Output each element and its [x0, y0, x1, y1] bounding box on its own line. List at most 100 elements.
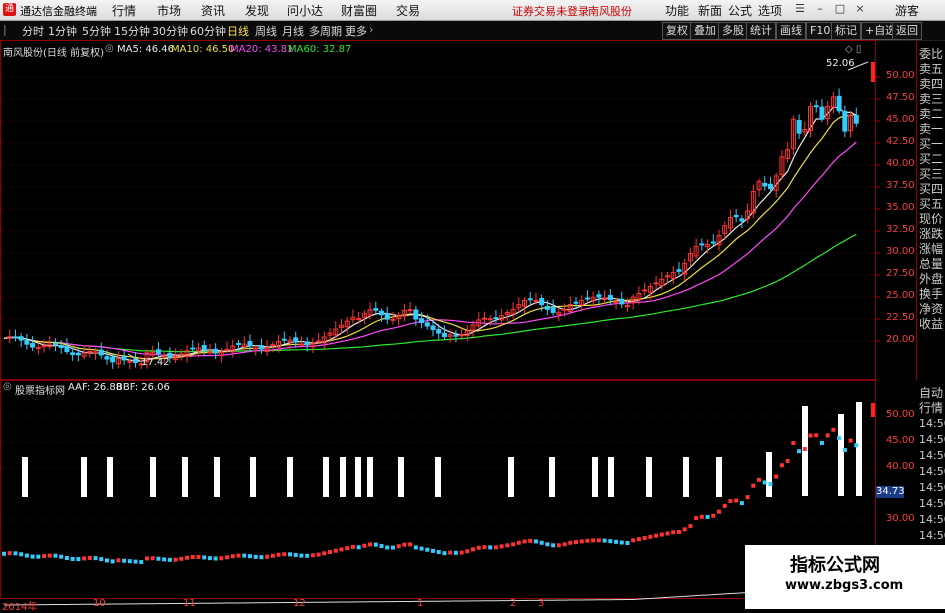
period-more[interactable]: 更多 [345, 23, 367, 39]
skin-icon[interactable]: ☰ [793, 2, 807, 16]
ma20-line [3, 141, 857, 358]
candle [52, 338, 58, 352]
btn-huaxian[interactable]: 画线 [776, 22, 806, 40]
sub-settings-icon[interactable]: ◎ [3, 381, 12, 392]
menu-hangqing[interactable]: 行情 [112, 2, 136, 19]
candle [527, 292, 533, 305]
login-alert[interactable]: 证券交易未登录 [512, 3, 589, 19]
sub-tick: 50.00 [886, 409, 915, 420]
period-15min[interactable]: 15分钟 [114, 23, 150, 39]
sub-step [539, 540, 544, 545]
menu-faxian[interactable]: 发现 [245, 2, 269, 19]
sub-step [522, 539, 527, 544]
candle [316, 333, 322, 344]
sub-side-label: 自动 [919, 386, 944, 400]
period-60min[interactable]: 60分钟 [190, 23, 226, 39]
period-week[interactable]: 周线 [255, 23, 277, 39]
menu-shichang[interactable]: 市场 [157, 2, 181, 19]
expand-icon[interactable]: ◇ ▯ [845, 44, 861, 55]
sub-step [362, 543, 367, 548]
more-arrow-icon[interactable]: › [369, 23, 373, 36]
chart-area[interactable] [0, 40, 945, 609]
quote-label: 净资 [919, 302, 944, 316]
sub-current-marker [871, 403, 875, 417]
signal-bar [355, 457, 361, 497]
sub-step [282, 552, 287, 557]
sub-step [368, 542, 373, 547]
sub-step [133, 559, 138, 564]
price-tick: 42.50 [886, 136, 915, 147]
main-chart-frame [0, 40, 876, 380]
sub-step [13, 551, 18, 556]
period-1min[interactable]: 1分钟 [48, 23, 77, 39]
sub-step [139, 560, 144, 565]
sub-current-value: 34.73 [876, 486, 905, 498]
signal-bar [549, 457, 555, 497]
sub-step [259, 555, 264, 560]
quote-label: 买一 [919, 137, 944, 151]
signal-bar [107, 457, 113, 497]
signal-bar [150, 457, 156, 497]
candle [727, 209, 733, 232]
btn-duogu[interactable]: 多股 [718, 22, 748, 40]
legend-settings-icon[interactable]: ◎ [105, 43, 114, 54]
low-annotation: 17.42 [141, 357, 170, 368]
sub-step [814, 433, 819, 438]
sub-step [608, 539, 613, 544]
candle [790, 115, 796, 156]
btn-fuquan[interactable]: 复权 [662, 22, 692, 40]
btn-tongji[interactable]: 统计 [746, 22, 776, 40]
sub-step [591, 538, 596, 543]
period-day[interactable]: 日线 [227, 23, 249, 39]
candle [281, 331, 287, 344]
sub-step [476, 545, 481, 550]
candle [699, 238, 705, 251]
menu-caifuquan[interactable]: 财富圈 [341, 2, 377, 19]
sub-step [356, 545, 361, 550]
candle [24, 333, 30, 350]
sub-step [196, 554, 201, 559]
menu-zixun[interactable]: 资讯 [201, 2, 225, 19]
sub-step [694, 516, 699, 521]
sub-step [556, 543, 561, 548]
sub-indicator-line [4, 585, 857, 606]
menu-jiaoyi[interactable]: 交易 [396, 2, 420, 19]
toolbar-left-arrow-icon[interactable]: | [3, 23, 7, 36]
sub-step [247, 554, 252, 559]
btn-biaoji[interactable]: 标记 [831, 22, 861, 40]
period-30min[interactable]: 30分钟 [152, 23, 188, 39]
period-5min[interactable]: 5分钟 [82, 23, 111, 39]
candle [602, 290, 608, 304]
candle [361, 310, 367, 325]
sub-step [699, 514, 704, 519]
period-multi[interactable]: 多周期 [309, 23, 342, 39]
candle [504, 309, 510, 322]
sub-step [642, 536, 647, 541]
sub-step [402, 542, 407, 547]
candle [350, 309, 356, 324]
menu-xuanxiang[interactable]: 选项 [758, 2, 782, 19]
minimize-icon[interactable]: – [813, 2, 827, 16]
candle [682, 258, 688, 281]
guest-label[interactable]: 游客 [895, 2, 919, 19]
quote-label: 委比 [919, 47, 944, 61]
close-icon[interactable]: × [853, 2, 867, 16]
candle [310, 337, 316, 354]
period-fenshi[interactable]: 分时 [22, 23, 44, 39]
menu-wenxiaoda[interactable]: 问小达 [287, 2, 323, 19]
sub-step [779, 463, 784, 468]
price-tick: 30.00 [886, 246, 915, 257]
candle [12, 329, 18, 342]
maximize-icon[interactable]: □ [833, 2, 847, 16]
menu-xinmian[interactable]: 新面 [698, 2, 722, 19]
menu-gongshi[interactable]: 公式 [728, 2, 752, 19]
sub-step [459, 550, 464, 555]
sub-time-label: 14:50 [919, 465, 945, 478]
btn-diejia[interactable]: 叠加 [690, 22, 720, 40]
candle [218, 347, 224, 363]
btn-fanhui[interactable]: 返回 [892, 22, 922, 40]
period-month[interactable]: 月线 [282, 23, 304, 39]
candle [487, 315, 493, 327]
candle [321, 331, 327, 350]
menu-gongneng[interactable]: 功能 [665, 2, 689, 19]
